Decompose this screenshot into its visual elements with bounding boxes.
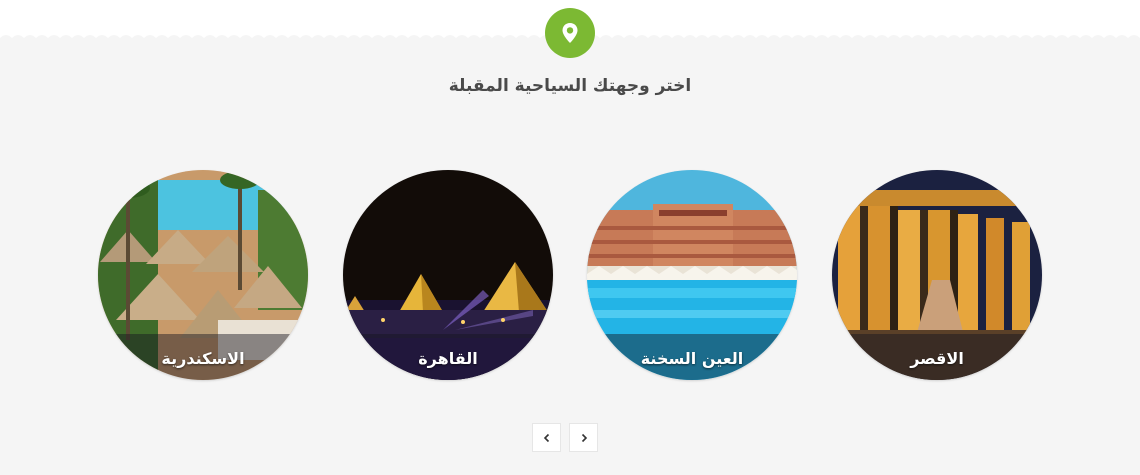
destination-name: الاسكندرية — [161, 349, 245, 368]
destinations-section: اختر وجهتك السياحية المقبلة الاسكندرية ا… — [0, 0, 1140, 475]
destination-name: القاهرة — [418, 349, 478, 368]
destination-card-cairo[interactable]: القاهرة — [343, 170, 553, 380]
destination-name: الاقصر — [910, 349, 964, 368]
map-pin-badge — [545, 8, 595, 58]
destinations-carousel: الاسكندرية القاهرة العين السخنة الاقصر — [0, 170, 1140, 382]
chevron-right-icon — [581, 433, 587, 442]
chevron-left-icon — [543, 433, 549, 442]
section-title: اختر وجهتك السياحية المقبلة — [448, 76, 692, 96]
destination-card-luxor[interactable]: الاقصر — [832, 170, 1042, 380]
carousel-prev-button[interactable] — [532, 423, 561, 452]
destination-card-alexandria[interactable]: الاسكندرية — [98, 170, 308, 380]
map-pin-icon — [562, 23, 578, 43]
destination-card-ain-sokhna[interactable]: العين السخنة — [587, 170, 797, 380]
destination-name: العين السخنة — [640, 349, 744, 368]
carousel-next-button[interactable] — [569, 423, 598, 452]
